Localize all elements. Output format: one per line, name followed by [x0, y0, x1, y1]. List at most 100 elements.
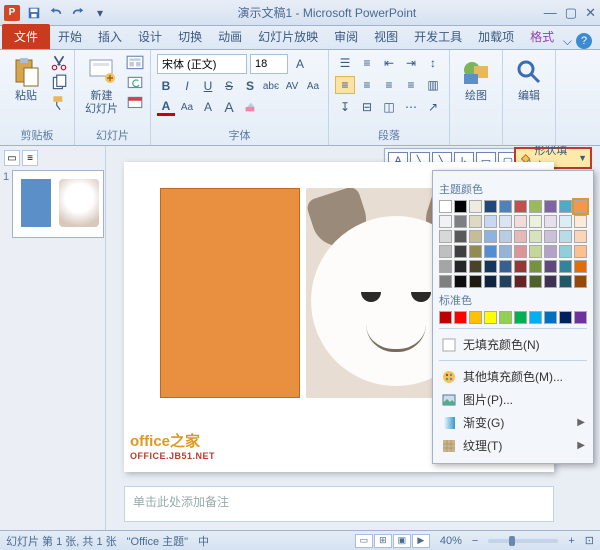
- smartart-icon[interactable]: ◫: [379, 98, 399, 116]
- color-swatch[interactable]: [544, 215, 557, 228]
- color-swatch[interactable]: [454, 311, 467, 324]
- slideshow-view-icon[interactable]: ▶: [412, 534, 430, 548]
- color-swatch[interactable]: [469, 245, 482, 258]
- qat-dropdown-icon[interactable]: ▾: [90, 3, 110, 23]
- change-case-icon[interactable]: AV: [283, 77, 301, 95]
- tab-animations[interactable]: 动画: [210, 24, 250, 49]
- color-swatch[interactable]: [544, 260, 557, 273]
- justify-icon[interactable]: ≡: [401, 76, 421, 94]
- notes-pane[interactable]: 单击此处添加备注: [124, 486, 554, 522]
- color-swatch[interactable]: [439, 260, 452, 273]
- color-swatch[interactable]: [469, 275, 482, 288]
- color-swatch[interactable]: [484, 230, 497, 243]
- color-swatch[interactable]: [574, 200, 587, 213]
- close-button[interactable]: ✕: [585, 5, 596, 21]
- align-left-icon[interactable]: ≡: [335, 76, 355, 94]
- grow-font-icon[interactable]: A: [291, 55, 309, 73]
- color-swatch[interactable]: [499, 311, 512, 324]
- font-size-combo[interactable]: 18: [250, 54, 288, 74]
- texture-fill-item[interactable]: 纹理(T) ▶: [439, 434, 587, 457]
- normal-view-icon[interactable]: ▭: [355, 534, 373, 548]
- italic-button[interactable]: I: [178, 77, 196, 95]
- color-swatch[interactable]: [484, 200, 497, 213]
- format-painter-icon[interactable]: [50, 94, 68, 112]
- color-swatch[interactable]: [484, 311, 497, 324]
- color-swatch[interactable]: [514, 260, 527, 273]
- color-swatch[interactable]: [574, 230, 587, 243]
- cut-icon[interactable]: [50, 54, 68, 72]
- help-icon[interactable]: ?: [576, 33, 592, 49]
- color-swatch[interactable]: [559, 245, 572, 258]
- color-swatch[interactable]: [529, 245, 542, 258]
- char-spacing-icon[interactable]: abє: [262, 77, 280, 95]
- color-swatch[interactable]: [544, 275, 557, 288]
- clear-format-icon[interactable]: Aa: [304, 77, 322, 95]
- clear-icon[interactable]: [241, 98, 259, 116]
- color-swatch[interactable]: [529, 275, 542, 288]
- section-icon[interactable]: [126, 94, 144, 112]
- align-right-icon[interactable]: ≡: [379, 76, 399, 94]
- new-slide-button[interactable]: 新建 幻灯片: [81, 54, 122, 118]
- color-swatch[interactable]: [544, 200, 557, 213]
- color-swatch[interactable]: [514, 230, 527, 243]
- color-swatch[interactable]: [559, 275, 572, 288]
- layout-icon[interactable]: [126, 54, 144, 72]
- color-swatch[interactable]: [439, 200, 452, 213]
- color-swatch[interactable]: [559, 260, 572, 273]
- zoom-level[interactable]: 40%: [440, 535, 462, 547]
- orange-rectangle-shape[interactable]: [160, 188, 300, 398]
- para-more-icon[interactable]: ⋯: [401, 98, 421, 116]
- color-swatch[interactable]: [454, 275, 467, 288]
- color-swatch[interactable]: [529, 200, 542, 213]
- color-swatch[interactable]: [439, 215, 452, 228]
- tab-home[interactable]: 开始: [50, 24, 90, 49]
- reading-view-icon[interactable]: ▣: [393, 534, 411, 548]
- indent-inc-icon[interactable]: ⇥: [401, 54, 421, 72]
- bold-button[interactable]: B: [157, 77, 175, 95]
- numbering-icon[interactable]: ≡: [357, 54, 377, 72]
- save-icon[interactable]: [24, 3, 44, 23]
- tab-review[interactable]: 审阅: [326, 24, 366, 49]
- paste-button[interactable]: 粘贴: [6, 54, 46, 105]
- color-swatch[interactable]: [499, 200, 512, 213]
- line-spacing-icon[interactable]: ↕: [423, 54, 443, 72]
- color-swatch[interactable]: [469, 200, 482, 213]
- fit-window-icon[interactable]: ⊡: [585, 534, 594, 547]
- columns-icon[interactable]: ▥: [423, 76, 443, 94]
- color-swatch[interactable]: [529, 311, 542, 324]
- text-direction-icon[interactable]: ↧: [335, 98, 355, 116]
- color-swatch[interactable]: [484, 215, 497, 228]
- outline-tab-icon[interactable]: ≡: [22, 150, 38, 166]
- color-swatch[interactable]: [439, 245, 452, 258]
- thumbnails-tab-icon[interactable]: ▭: [4, 150, 20, 166]
- shrink-font-icon[interactable]: A: [199, 98, 217, 116]
- color-swatch[interactable]: [454, 260, 467, 273]
- color-swatch[interactable]: [454, 200, 467, 213]
- color-swatch[interactable]: [544, 230, 557, 243]
- color-swatch[interactable]: [529, 215, 542, 228]
- more-colors-item[interactable]: 其他填充颜色(M)...: [439, 365, 587, 388]
- indent-dec-icon[interactable]: ⇤: [379, 54, 399, 72]
- color-swatch[interactable]: [574, 245, 587, 258]
- color-swatch[interactable]: [499, 275, 512, 288]
- tab-view[interactable]: 视图: [366, 24, 406, 49]
- tab-format[interactable]: 格式: [522, 24, 562, 49]
- color-swatch[interactable]: [514, 275, 527, 288]
- color-swatch[interactable]: [499, 215, 512, 228]
- color-swatch[interactable]: [499, 245, 512, 258]
- color-swatch[interactable]: [469, 215, 482, 228]
- color-swatch[interactable]: [439, 275, 452, 288]
- align-center-icon[interactable]: ≡: [357, 76, 377, 94]
- font-name-combo[interactable]: 宋体 (正文): [157, 54, 247, 74]
- reset-icon[interactable]: [126, 74, 144, 92]
- status-lang[interactable]: 中: [198, 533, 209, 549]
- color-swatch[interactable]: [484, 245, 497, 258]
- drawing-button[interactable]: 绘图: [456, 54, 496, 105]
- color-swatch[interactable]: [439, 230, 452, 243]
- tab-addins[interactable]: 加载项: [470, 24, 522, 49]
- undo-icon[interactable]: [46, 3, 66, 23]
- color-swatch[interactable]: [514, 311, 527, 324]
- minimize-button[interactable]: —: [544, 5, 557, 21]
- tab-insert[interactable]: 插入: [90, 24, 130, 49]
- color-swatch[interactable]: [484, 260, 497, 273]
